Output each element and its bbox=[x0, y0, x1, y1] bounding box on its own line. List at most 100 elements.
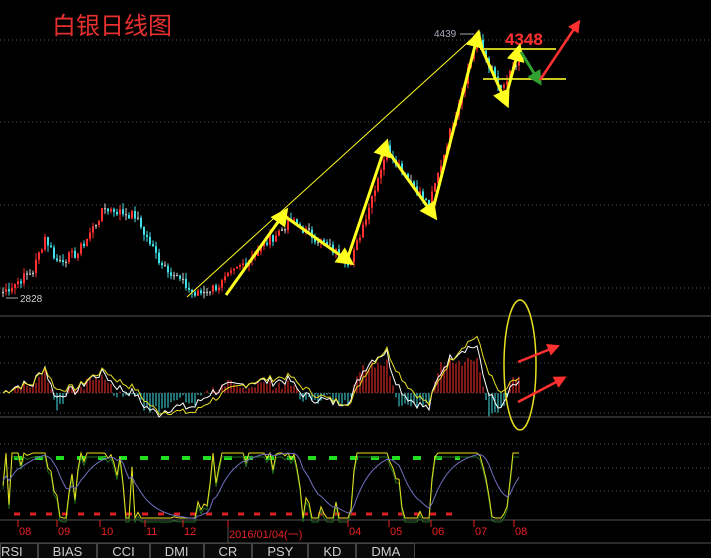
candle-body bbox=[35, 259, 37, 273]
wave-arrow bbox=[475, 37, 510, 109]
x-tick-label: 09 bbox=[58, 526, 71, 538]
candle-body bbox=[170, 272, 172, 276]
candle-body bbox=[182, 278, 184, 280]
candle-body bbox=[26, 273, 28, 275]
candle-body bbox=[47, 236, 49, 246]
candle-body bbox=[107, 208, 109, 212]
candle-body bbox=[329, 244, 331, 246]
candle-body bbox=[317, 242, 319, 244]
candle-body bbox=[275, 235, 277, 242]
candle-body bbox=[230, 270, 232, 273]
candle-body bbox=[113, 209, 115, 212]
candle-body bbox=[119, 209, 121, 215]
candle-body bbox=[11, 288, 13, 292]
candle-body bbox=[68, 252, 70, 263]
candle-body bbox=[425, 198, 427, 200]
candle-body bbox=[209, 291, 211, 293]
candle-body bbox=[92, 226, 94, 233]
candle-body bbox=[116, 211, 118, 215]
candle-body bbox=[506, 81, 508, 85]
x-tick-label: 04 bbox=[349, 526, 362, 538]
candle-body bbox=[137, 217, 139, 219]
candle-body bbox=[479, 36, 481, 40]
candle-body bbox=[236, 266, 238, 269]
x-tick-label: 08 bbox=[19, 526, 32, 538]
candle-body bbox=[206, 292, 208, 294]
candle-body bbox=[173, 275, 175, 277]
candle-body bbox=[101, 208, 103, 222]
candle-body bbox=[374, 190, 376, 197]
candle-body bbox=[140, 217, 142, 228]
candle-body bbox=[152, 244, 154, 247]
candle-body bbox=[377, 178, 379, 191]
candle-body bbox=[224, 276, 226, 281]
candle-body bbox=[434, 183, 436, 192]
high-label: 4439 bbox=[434, 29, 457, 40]
candle-body bbox=[227, 272, 229, 277]
wave-arrow bbox=[383, 146, 438, 221]
candle-body bbox=[188, 287, 190, 290]
candle-body bbox=[194, 292, 196, 296]
candle-body bbox=[368, 207, 370, 220]
candle-body bbox=[266, 242, 268, 245]
wave-arrow bbox=[430, 29, 484, 214]
candle-body bbox=[143, 227, 145, 235]
low-label: 2828 bbox=[20, 294, 43, 305]
candle-body bbox=[14, 283, 16, 289]
candle-body bbox=[167, 265, 169, 273]
macd-up-arrow bbox=[517, 376, 567, 404]
candle-body bbox=[176, 275, 178, 277]
current-price-label: 4348 bbox=[505, 30, 543, 49]
candle-body bbox=[344, 260, 346, 263]
candle-body bbox=[89, 232, 91, 239]
x-tick-label: 10 bbox=[101, 526, 114, 538]
dea-line bbox=[2, 335, 520, 416]
candle-body bbox=[62, 260, 64, 263]
candle-body bbox=[518, 59, 520, 66]
candle-body bbox=[23, 273, 25, 284]
candle-body bbox=[359, 237, 361, 241]
candle-body bbox=[155, 246, 157, 253]
candle-body bbox=[350, 262, 352, 266]
wave-arrow bbox=[224, 207, 289, 296]
candle-body bbox=[200, 290, 202, 294]
candle-body bbox=[125, 214, 127, 216]
candle-body bbox=[197, 290, 199, 296]
candle-body bbox=[218, 287, 220, 291]
candle-body bbox=[29, 273, 31, 275]
candle-body bbox=[77, 253, 79, 258]
stock-chart: 4439 2828 4348 bbox=[0, 19, 711, 544]
trend-line bbox=[186, 33, 478, 298]
candle-body bbox=[110, 209, 112, 212]
candle-body bbox=[59, 260, 61, 262]
candle-body bbox=[365, 219, 367, 225]
candle-body bbox=[86, 238, 88, 247]
j-line bbox=[2, 455, 519, 524]
wave-arrow bbox=[282, 213, 355, 266]
candle-body bbox=[215, 285, 217, 291]
chart-title: 白银日线图 bbox=[52, 12, 172, 40]
candle-body bbox=[56, 258, 58, 261]
candle-body bbox=[41, 249, 43, 253]
candle-body bbox=[185, 278, 187, 288]
candle-body bbox=[203, 292, 205, 294]
candle-body bbox=[272, 235, 274, 242]
candle-body bbox=[134, 211, 136, 219]
candle-body bbox=[242, 263, 244, 266]
x-tick-label: 12 bbox=[184, 526, 197, 538]
dif-line bbox=[2, 345, 520, 418]
candle-body bbox=[239, 265, 241, 267]
candle-body bbox=[131, 211, 133, 219]
candle-body bbox=[83, 243, 85, 247]
candle-body bbox=[38, 252, 40, 260]
candle-body bbox=[146, 234, 148, 237]
candle-body bbox=[371, 196, 373, 208]
candle-body bbox=[221, 280, 223, 288]
candle-body bbox=[122, 209, 124, 215]
candle-body bbox=[212, 285, 214, 292]
candle-body bbox=[284, 229, 286, 231]
candle-body bbox=[53, 247, 55, 259]
candle-body bbox=[20, 281, 22, 284]
candle-body bbox=[233, 268, 235, 271]
candle-body bbox=[98, 221, 100, 226]
